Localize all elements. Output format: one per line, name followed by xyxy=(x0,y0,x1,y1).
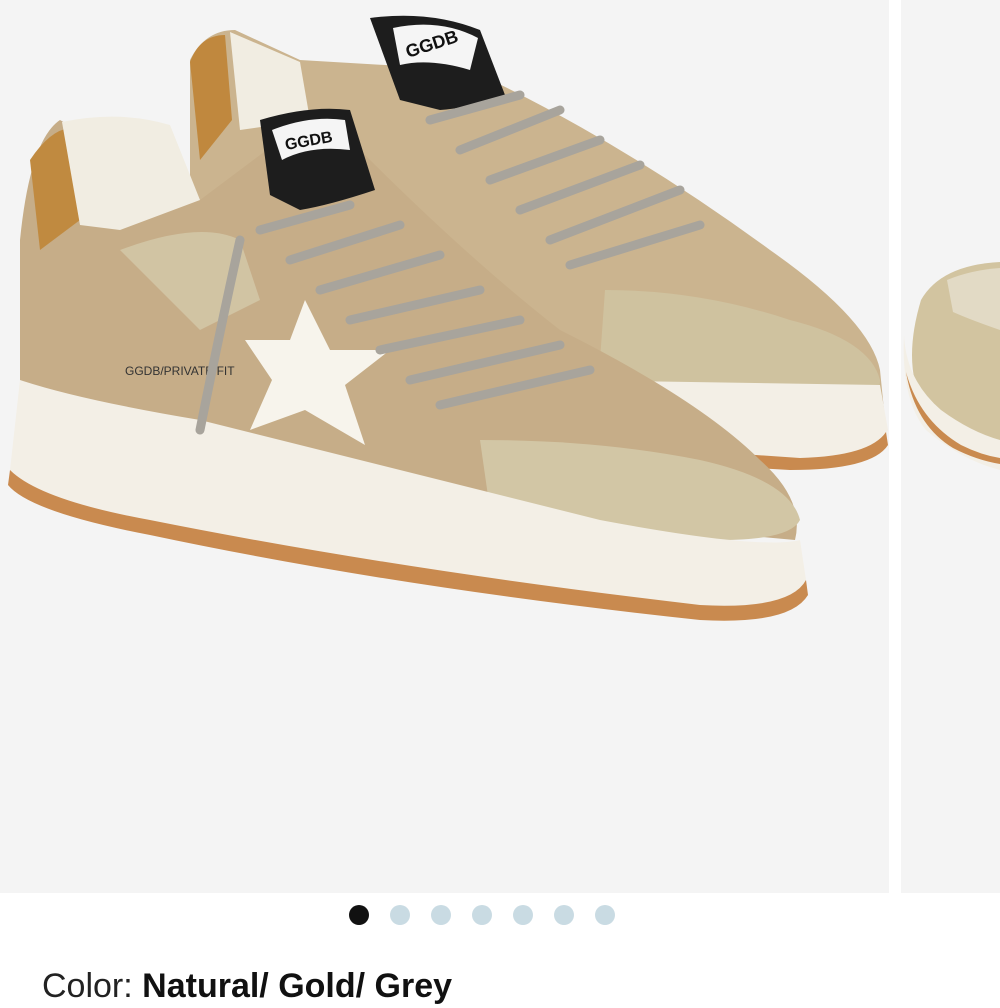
image-carousel-pagination xyxy=(349,904,615,926)
carousel-dot-1[interactable] xyxy=(349,905,369,925)
carousel-dot-3[interactable] xyxy=(431,905,451,925)
carousel-dot-7[interactable] xyxy=(595,905,615,925)
selected-color: Color: Natural/ Gold/ Grey xyxy=(42,964,452,1008)
carousel-dot-5[interactable] xyxy=(513,905,533,925)
sneaker-illustration: GGDB GGDB GGDB/PRIVATE FIT xyxy=(8,15,888,621)
side-print-text: GGDB/PRIVATE FIT xyxy=(125,364,235,378)
carousel-dot-4[interactable] xyxy=(472,905,492,925)
carousel-dot-6[interactable] xyxy=(554,905,574,925)
color-label: Color: xyxy=(42,967,133,1005)
product-image-next[interactable] xyxy=(901,0,1000,893)
product-image-gallery[interactable]: GGDB GGDB GGDB/PRIVATE FIT xyxy=(0,0,1000,893)
carousel-dot-2[interactable] xyxy=(390,905,410,925)
next-sneaker-illustration xyxy=(903,262,1000,470)
color-value: Natural/ Gold/ Grey xyxy=(142,967,453,1005)
product-image-main[interactable]: GGDB GGDB GGDB/PRIVATE FIT xyxy=(0,0,889,893)
